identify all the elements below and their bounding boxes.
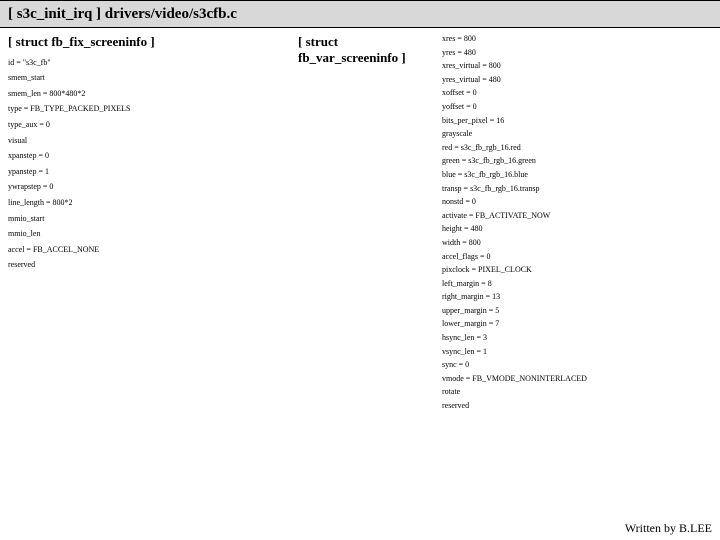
var-item: height = 480 <box>442 224 587 234</box>
var-item: yres = 480 <box>442 48 587 58</box>
var-item: transp = s3c_fb_rgb_16.transp <box>442 184 587 194</box>
var-item: rotate <box>442 387 587 397</box>
fix-item: reserved <box>8 260 288 270</box>
fix-item: visual <box>8 136 288 146</box>
var-item: blue = s3c_fb_rgb_16.blue <box>442 170 587 180</box>
fix-item: ypanstep = 1 <box>8 167 288 177</box>
var-item: yoffset = 0 <box>442 102 587 112</box>
var-item: xoffset = 0 <box>442 88 587 98</box>
page-header: [ s3c_init_irq ] drivers/video/s3cfb.c <box>0 0 720 28</box>
fix-item: line_length = 800*2 <box>8 198 288 208</box>
var-item: reserved <box>442 401 587 411</box>
fix-item: mmio_len <box>8 229 288 239</box>
var-item: grayscale <box>442 129 587 139</box>
var-item: red = s3c_fb_rgb_16.red <box>442 143 587 153</box>
fix-screeninfo-title: [ struct fb_fix_screeninfo ] <box>8 34 288 50</box>
footer-credit: Written by B.LEE <box>625 521 712 536</box>
var-item: xres = 800 <box>442 34 587 44</box>
fix-item: ywrapstep = 0 <box>8 182 288 192</box>
fix-list: id = "s3c_fb" smem_start smem_len = 800*… <box>8 58 288 270</box>
fix-item: xpanstep = 0 <box>8 151 288 161</box>
fix-item: accel = FB_ACCEL_NONE <box>8 245 288 255</box>
var-item: yres_virtual = 480 <box>442 75 587 85</box>
content-columns: [ struct fb_fix_screeninfo ] id = "s3c_f… <box>0 28 720 415</box>
fix-item: type = FB_TYPE_PACKED_PIXELS <box>8 104 288 114</box>
var-item: bits_per_pixel = 16 <box>442 116 587 126</box>
var-item: green = s3c_fb_rgb_16.green <box>442 156 587 166</box>
var-item: left_margin = 8 <box>442 279 587 289</box>
var-item: nonstd = 0 <box>442 197 587 207</box>
right-column: [ struct fb_var_screeninfo ] xres = 800 … <box>298 34 712 415</box>
fix-item: smem_start <box>8 73 288 83</box>
fix-item: id = "s3c_fb" <box>8 58 288 68</box>
var-item: vsync_len = 1 <box>442 347 587 357</box>
var-item: activate = FB_ACTIVATE_NOW <box>442 211 587 221</box>
var-item: lower_margin = 7 <box>442 319 587 329</box>
var-item: xres_virtual = 800 <box>442 61 587 71</box>
var-item: width = 800 <box>442 238 587 248</box>
var-screeninfo-title: [ struct fb_var_screeninfo ] <box>298 34 438 407</box>
var-item: upper_margin = 5 <box>442 306 587 316</box>
left-column: [ struct fb_fix_screeninfo ] id = "s3c_f… <box>8 34 298 415</box>
var-item: accel_flags = 0 <box>442 252 587 262</box>
var-list: xres = 800 yres = 480 xres_virtual = 800… <box>442 34 587 415</box>
var-item: sync = 0 <box>442 360 587 370</box>
fix-item: mmio_start <box>8 214 288 224</box>
fix-item: smem_len = 800*480*2 <box>8 89 288 99</box>
fix-item: type_aux = 0 <box>8 120 288 130</box>
var-item: vmode = FB_VMODE_NONINTERLACED <box>442 374 587 384</box>
var-item: pixclock = PIXEL_CLOCK <box>442 265 587 275</box>
var-item: hsync_len = 3 <box>442 333 587 343</box>
var-item: right_margin = 13 <box>442 292 587 302</box>
